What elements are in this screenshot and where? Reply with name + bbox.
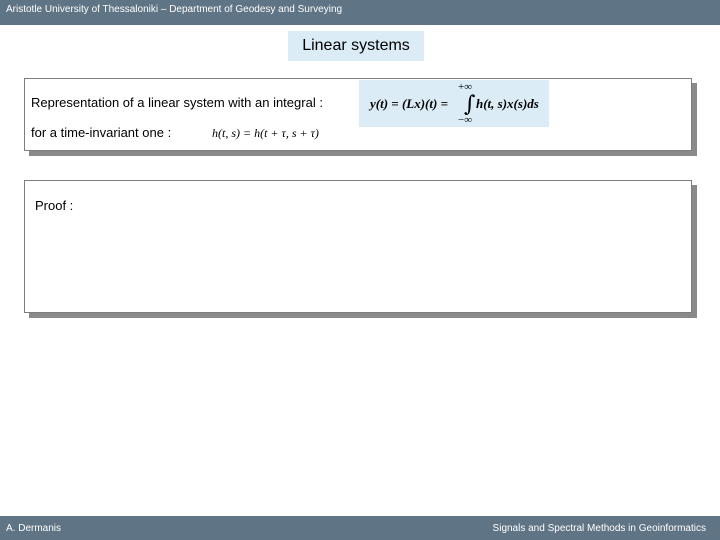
formula-integrand: h(t, s)x(s)ds bbox=[476, 96, 539, 111]
footer-bar: A. Dermanis Signals and Spectral Methods… bbox=[0, 516, 720, 540]
header-text: Aristotle University of Thessaloniki – D… bbox=[6, 4, 343, 15]
representation-text: Representation of a linear system with a… bbox=[31, 95, 323, 110]
time-invariant-text: for a time-invariant one : bbox=[31, 125, 172, 140]
time-invariance-formula: h(t, s) = h(t + τ, s + τ) bbox=[212, 126, 319, 140]
integral-upper-limit: +∞ bbox=[458, 81, 473, 93]
integral-lower-limit: −∞ bbox=[458, 114, 473, 126]
definition-box bbox=[24, 78, 692, 151]
formula-lhs: y(t) = (Lx)(t) = bbox=[370, 96, 448, 111]
footer-author: A. Dermanis bbox=[6, 523, 62, 534]
footer-course: Signals and Spectral Methods in Geoinfor… bbox=[492, 523, 706, 534]
proof-label: Proof : bbox=[35, 198, 74, 213]
header-bar: Aristotle University of Thessaloniki – D… bbox=[0, 0, 720, 25]
slide-title: Linear systems bbox=[288, 31, 424, 61]
proof-box bbox=[24, 180, 692, 313]
